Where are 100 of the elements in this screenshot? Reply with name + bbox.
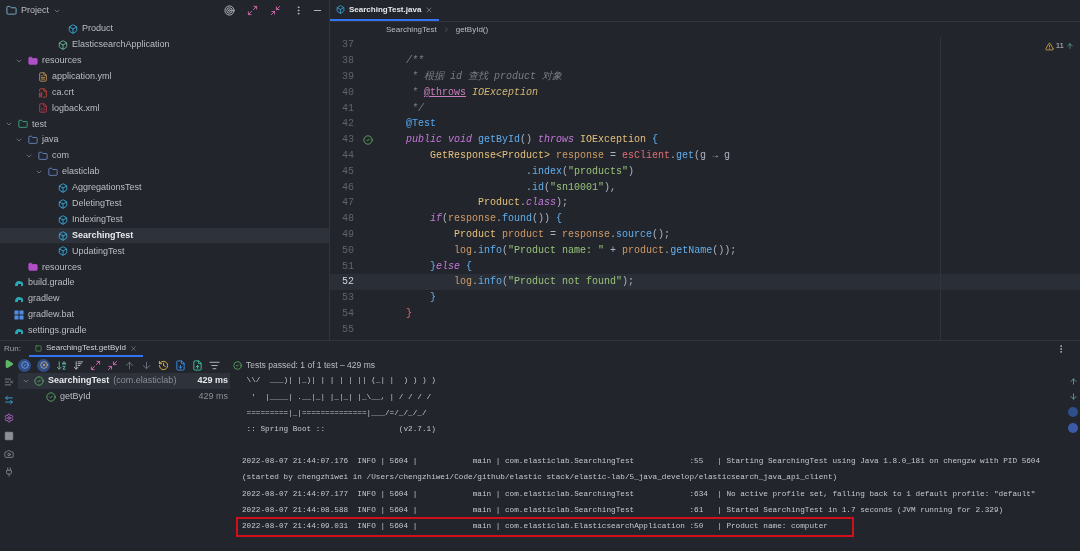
tree-item[interactable]: logback.xml xyxy=(0,100,329,117)
line-number: 45 xyxy=(341,164,354,179)
tree-item[interactable]: settings.gradle xyxy=(0,322,329,339)
toggle-icon[interactable] xyxy=(4,395,14,405)
tree-item[interactable]: resources xyxy=(0,259,329,276)
folder-icon xyxy=(28,55,38,66)
line-number: 50 xyxy=(341,243,354,258)
arrow-up-icon[interactable] xyxy=(1068,377,1078,386)
code-line: /** xyxy=(405,54,424,69)
class-icon xyxy=(58,246,68,257)
code-line: Product product = response.source(); xyxy=(453,227,671,242)
class-icon xyxy=(68,23,78,34)
import-icon[interactable] xyxy=(192,359,203,371)
code-line: log.info("Product name: " + product.getName()); xyxy=(453,243,737,258)
code-line: * @throws IOException xyxy=(411,85,539,100)
code-line: * 根据 id 查找 product 对象 xyxy=(411,69,563,84)
test-passed-icon[interactable] xyxy=(363,134,373,145)
breadcrumb-item[interactable]: getById() xyxy=(455,23,489,36)
tree-item[interactable]: gradlew xyxy=(0,291,329,308)
class-icon xyxy=(58,39,68,50)
run-tab[interactable]: SearchingTest.getById xyxy=(28,341,143,357)
folder-icon xyxy=(48,166,58,177)
tree-item[interactable]: com xyxy=(0,148,329,164)
line-number: 53 xyxy=(341,291,354,306)
code-line: if(response.found()) { xyxy=(429,212,563,227)
filter-button[interactable] xyxy=(37,358,50,372)
code-line: .index("products") xyxy=(525,164,635,179)
clear-icon[interactable] xyxy=(4,377,14,387)
export-icon[interactable] xyxy=(175,359,186,371)
tree-item[interactable]: java xyxy=(0,132,329,149)
options-icon[interactable] xyxy=(209,359,220,371)
tree-item[interactable]: AggregationsTest xyxy=(0,179,329,196)
gradle-icon xyxy=(14,278,24,289)
folder-icon xyxy=(28,262,38,273)
test-result-row[interactable]: getById 429 ms xyxy=(18,389,230,405)
target-icon[interactable] xyxy=(224,5,235,16)
tree-item[interactable]: gradlew.bat xyxy=(0,307,329,323)
arrow-down-icon[interactable] xyxy=(1068,392,1078,401)
gradle-icon xyxy=(14,294,24,305)
close-icon[interactable] xyxy=(425,5,434,14)
collapse-icon[interactable] xyxy=(270,5,281,16)
stop-icon[interactable] xyxy=(4,431,14,441)
tree-item[interactable]: SearchingTest xyxy=(0,227,329,244)
code-line: @Test xyxy=(405,117,436,132)
line-number: 49 xyxy=(341,227,354,242)
expand-icon[interactable] xyxy=(90,359,101,371)
panel-title[interactable]: Project xyxy=(21,3,49,18)
editor-tab[interactable]: SearchingTest.java xyxy=(330,0,440,21)
class-icon xyxy=(58,198,68,209)
tree-item[interactable]: ca.crt xyxy=(0,84,329,101)
code-line: log.info("Product not found"); xyxy=(453,275,635,290)
tree-item[interactable]: Product xyxy=(0,21,329,37)
collapse-icon[interactable] xyxy=(107,359,118,371)
tree-item[interactable]: resources xyxy=(0,52,329,69)
line-number: 54 xyxy=(341,306,354,321)
test-result-row[interactable]: SearchingTest (com.elasticlab) 429 ms xyxy=(18,373,230,389)
file-icon xyxy=(38,71,48,82)
tree-item[interactable]: UpdatingTest xyxy=(0,243,329,260)
arrow-down-icon[interactable] xyxy=(141,359,152,371)
line-number: 40 xyxy=(341,85,354,100)
test-icon xyxy=(34,344,42,352)
code-line: Product.class); xyxy=(477,196,569,211)
breadcrumb-item[interactable]: SearchingTest xyxy=(386,23,437,36)
scroll-button[interactable] xyxy=(1068,423,1078,433)
passed-icon xyxy=(233,360,242,370)
windows-icon xyxy=(14,309,24,320)
certificate-icon xyxy=(38,87,48,98)
separator-icon xyxy=(442,26,450,33)
run-icon[interactable] xyxy=(4,359,14,369)
settings-icon[interactable] xyxy=(4,413,14,423)
chevron-icon[interactable] xyxy=(22,377,30,385)
code-line: GetResponse<Product> response = esClient.get(g → g xyxy=(429,148,731,163)
plug-icon[interactable] xyxy=(4,467,14,477)
camera-icon[interactable] xyxy=(4,449,14,459)
class-icon xyxy=(58,182,68,193)
code-line: */ xyxy=(411,101,424,116)
tree-item[interactable]: DeletingTest xyxy=(0,195,329,212)
history-icon[interactable] xyxy=(158,359,169,371)
tree-item[interactable]: application.yml xyxy=(0,68,329,85)
tree-item[interactable]: ElasticsearchApplication xyxy=(0,36,329,53)
close-icon[interactable] xyxy=(129,344,137,352)
arrow-up-icon[interactable] xyxy=(124,359,135,371)
code-line: } xyxy=(429,291,436,306)
sort-icon[interactable] xyxy=(73,359,84,371)
class-icon xyxy=(58,214,68,225)
tree-item[interactable]: IndexingTest xyxy=(0,211,329,228)
warning-badge[interactable]: 11 xyxy=(1044,40,1074,52)
class-icon xyxy=(58,230,68,241)
tree-item[interactable]: build.gradle xyxy=(0,275,329,292)
tree-item[interactable]: test xyxy=(0,116,329,133)
tree-item[interactable]: elasticlab xyxy=(0,164,329,180)
line-number: 51 xyxy=(341,259,354,274)
code-line: } xyxy=(405,306,412,321)
file-icon xyxy=(38,103,48,114)
filter-button[interactable] xyxy=(18,358,31,372)
expand-icon[interactable] xyxy=(247,5,258,16)
class-icon xyxy=(336,5,345,14)
sort-icon[interactable] xyxy=(56,359,67,371)
line-number: 41 xyxy=(341,101,354,116)
line-number: 52 xyxy=(341,275,354,290)
